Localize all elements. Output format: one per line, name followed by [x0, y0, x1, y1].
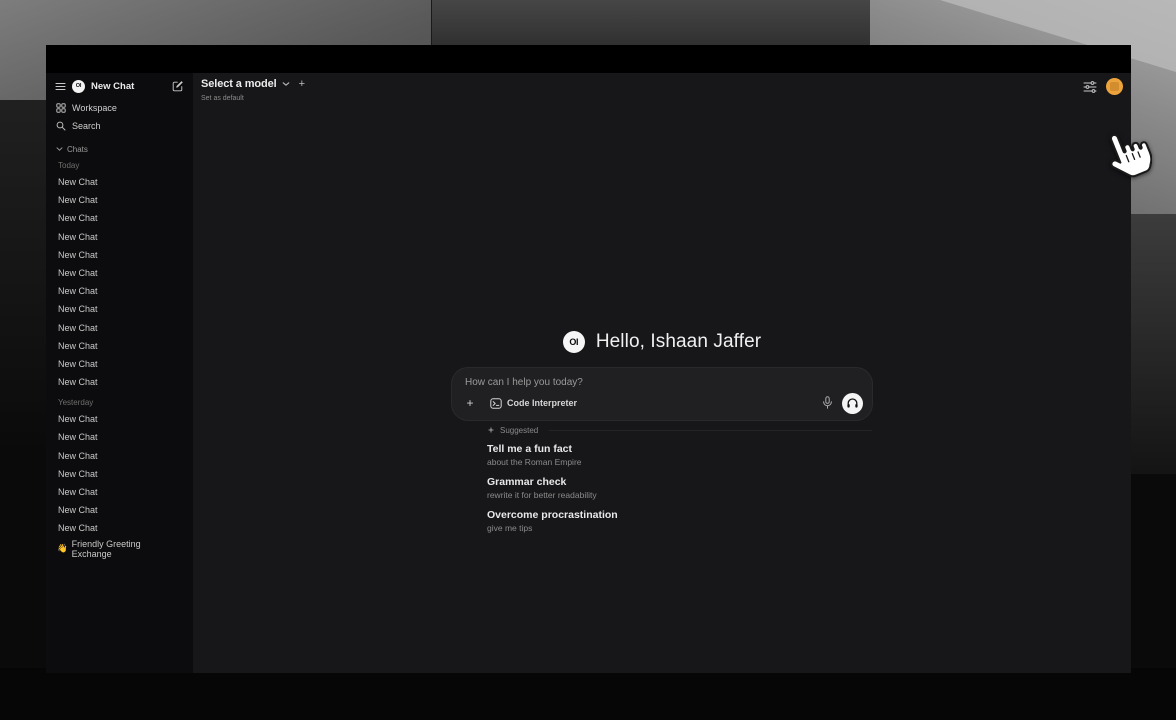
suggestion-title: Grammar check: [487, 476, 872, 489]
greeting: OI Hello, Ishaan Jaffer: [563, 329, 761, 355]
suggested-label: Suggested: [500, 426, 538, 435]
chat-item[interactable]: New Chat: [46, 246, 193, 264]
attach-button[interactable]: +: [463, 396, 477, 410]
chat-item[interactable]: New Chat: [46, 428, 193, 446]
chat-item[interactable]: New Chat: [46, 209, 193, 227]
divider: [549, 430, 872, 431]
code-interpreter-label: Code Interpreter: [507, 398, 577, 408]
chat-item[interactable]: New Chat: [46, 355, 193, 373]
suggestion-title: Tell me a fun fact: [487, 443, 872, 456]
search-icon: [56, 121, 66, 131]
app-logo: OI: [563, 331, 585, 353]
sidebar-item-label: Workspace: [72, 103, 117, 113]
message-composer[interactable]: + Code Interpreter: [452, 368, 872, 420]
sidebar-item-label: Search: [72, 121, 101, 131]
chat-item[interactable]: New Chat: [46, 373, 193, 391]
sidebar-toggle-icon[interactable]: [55, 82, 66, 91]
code-interpreter-toggle[interactable]: Code Interpreter: [490, 398, 577, 409]
chat-item[interactable]: New Chat: [46, 410, 193, 428]
desktop-background-facet: [0, 668, 1176, 720]
desktop-background-facet: [432, 0, 872, 46]
app-logo: OI: [72, 80, 85, 93]
sidebar-item-workspace[interactable]: Workspace: [46, 99, 193, 117]
chat-group-label: Yesterday: [46, 397, 193, 408]
chat-item[interactable]: New Chat: [46, 228, 193, 246]
suggested-section: Suggested Tell me a fun factabout the Ro…: [452, 425, 872, 534]
new-chat-icon[interactable]: [172, 80, 184, 92]
chats-section-label: Chats: [67, 145, 88, 154]
chat-item[interactable]: New Chat: [46, 465, 193, 483]
app-window: OI New Chat Workspace: [46, 45, 1131, 673]
add-model-button[interactable]: +: [299, 78, 305, 90]
chat-item[interactable]: New Chat: [46, 300, 193, 318]
chat-item[interactable]: New Chat: [46, 191, 193, 209]
suggestion-item[interactable]: Tell me a fun factabout the Roman Empire: [487, 443, 872, 468]
microphone-icon: [822, 396, 833, 410]
chevron-down-icon: [56, 146, 63, 152]
desktop-background-facet: [1131, 214, 1176, 474]
sidebar: OI New Chat Workspace: [46, 73, 193, 673]
desktop-background-facet: [0, 100, 46, 692]
chat-item[interactable]: New Chat: [46, 519, 193, 537]
suggestion-item[interactable]: Overcome procrastinationgive me tips: [487, 509, 872, 534]
greeting-text: Hello, Ishaan Jaffer: [596, 331, 761, 353]
chat-group-label: Today: [46, 160, 193, 171]
voice-call-button[interactable]: [842, 393, 863, 414]
sparkle-icon: [487, 426, 495, 435]
model-selector[interactable]: Select a model +: [201, 78, 305, 90]
chat-item[interactable]: New Chat: [46, 447, 193, 465]
workspace-grid-icon: [56, 103, 66, 113]
chat-item[interactable]: New Chat: [46, 264, 193, 282]
message-input[interactable]: [465, 377, 855, 388]
suggestion-subtitle: give me tips: [487, 523, 872, 534]
suggestion-subtitle: rewrite it for better readability: [487, 490, 872, 501]
user-avatar[interactable]: [1106, 78, 1123, 95]
terminal-icon: [490, 398, 502, 409]
set-default-link[interactable]: Set as default: [201, 95, 244, 102]
sidebar-title: New Chat: [91, 81, 166, 92]
suggestion-title: Overcome procrastination: [487, 509, 872, 522]
suggestion-subtitle: about the Roman Empire: [487, 457, 872, 468]
suggestion-list: Tell me a fun factabout the Roman Empire…: [487, 443, 872, 534]
controls-sliders-icon[interactable]: [1083, 81, 1097, 93]
chevron-down-icon: [282, 81, 290, 87]
headphones-icon: [846, 397, 859, 409]
wave-emoji-icon: 👋: [57, 543, 68, 554]
chat-item-named[interactable]: 👋 Friendly Greeting Exchange: [46, 540, 193, 558]
screen: OI New Chat Workspace: [0, 0, 1176, 720]
microphone-button[interactable]: [820, 395, 834, 411]
main-panel: Select a model + Set as default: [193, 73, 1131, 673]
chat-item[interactable]: New Chat: [46, 173, 193, 191]
chat-item[interactable]: New Chat: [46, 319, 193, 337]
user-avatar-image: [1110, 82, 1119, 91]
chat-item[interactable]: New Chat: [46, 501, 193, 519]
sidebar-item-search[interactable]: Search: [46, 117, 193, 135]
suggestion-item[interactable]: Grammar checkrewrite it for better reada…: [487, 476, 872, 501]
model-selector-label: Select a model: [201, 78, 277, 90]
chat-item[interactable]: New Chat: [46, 337, 193, 355]
chat-item-title: Friendly Greeting Exchange: [72, 539, 182, 559]
chat-item[interactable]: New Chat: [46, 483, 193, 501]
chat-item[interactable]: New Chat: [46, 282, 193, 300]
chat-groups: TodayNew ChatNew ChatNew ChatNew ChatNew…: [46, 160, 193, 538]
chats-section-header[interactable]: Chats: [56, 143, 183, 155]
